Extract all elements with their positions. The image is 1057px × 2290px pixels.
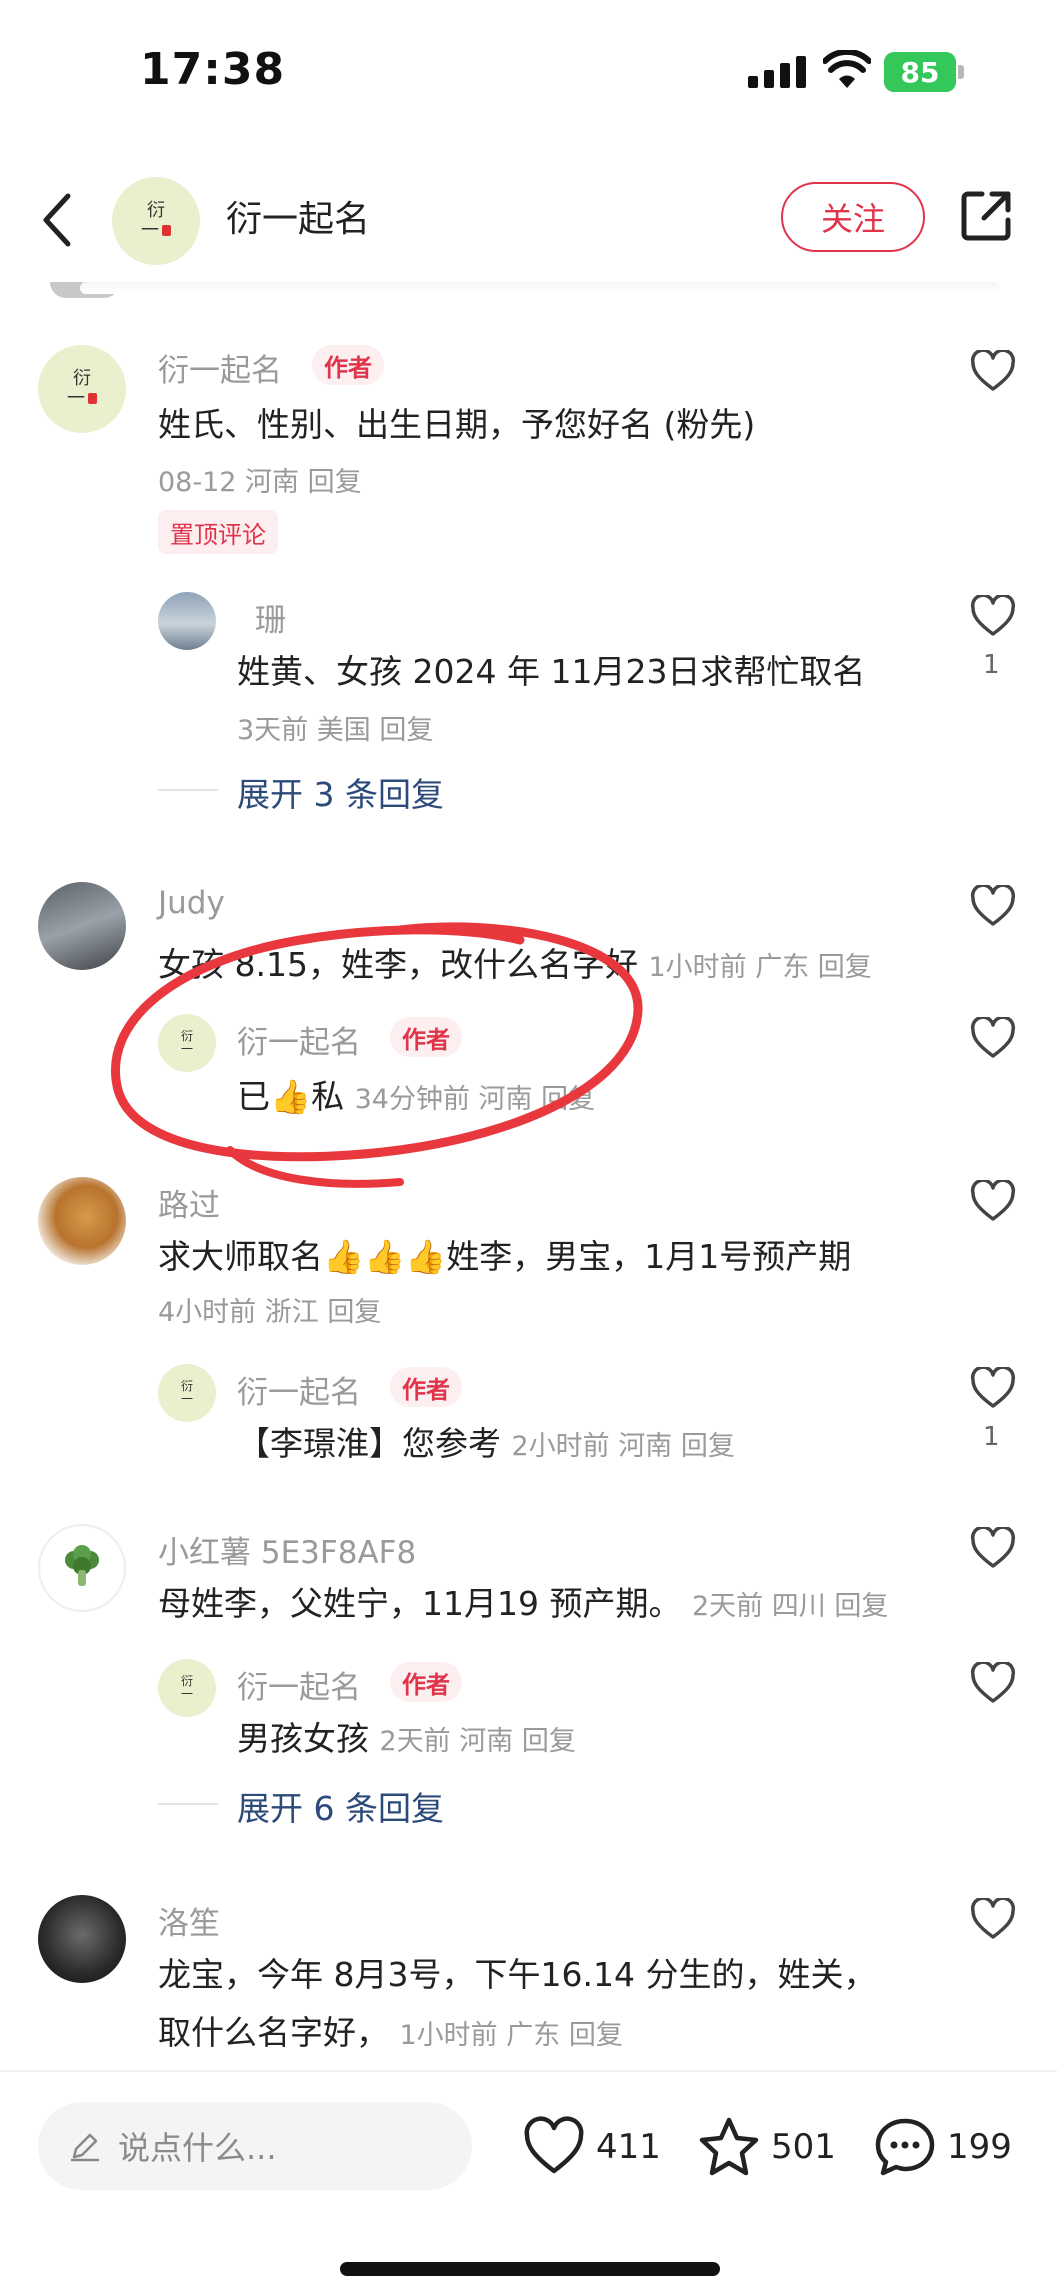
- author-badge: 作者: [390, 1662, 462, 1702]
- favorite-count: 501: [771, 2127, 836, 2167]
- avatar[interactable]: 衍一: [158, 1659, 216, 1717]
- comment-button[interactable]: 199: [873, 2112, 1012, 2182]
- comment-username[interactable]: 衍一起名: [158, 345, 282, 390]
- pencil-icon: [70, 2133, 100, 2162]
- reply-username[interactable]: 衍一起名: [237, 1367, 361, 1412]
- comment-bubble-icon: [875, 2118, 935, 2176]
- like-button[interactable]: 411: [522, 2112, 661, 2182]
- avatar[interactable]: 衍一: [158, 1364, 216, 1422]
- author-badge: 作者: [390, 1017, 462, 1057]
- reply-meta[interactable]: 2天前 河南 回复: [380, 1726, 576, 1757]
- heart-icon[interactable]: [970, 1662, 1016, 1704]
- heart-icon[interactable]: [970, 1180, 1016, 1222]
- divider: [80, 282, 1000, 294]
- like-count: 1: [983, 650, 1000, 680]
- expand-replies-button[interactable]: 展开 6 条回复: [237, 1782, 444, 1830]
- reply-meta[interactable]: 2小时前 河南 回复: [512, 1431, 735, 1462]
- heart-icon[interactable]: [970, 1898, 1016, 1940]
- star-icon: [699, 2117, 759, 2176]
- heart-icon[interactable]: [970, 1527, 1016, 1569]
- reply-meta[interactable]: 34分钟前 河南 回复: [355, 1084, 596, 1115]
- reply-meta[interactable]: 3天前 美国 回复: [237, 708, 433, 747]
- author-avatar[interactable]: 衍 一: [112, 177, 200, 265]
- page-title[interactable]: 衍一起名: [226, 190, 370, 242]
- favorite-button[interactable]: 501: [697, 2112, 836, 2182]
- follow-button[interactable]: 关注: [781, 182, 925, 252]
- comment-username[interactable]: Judy: [158, 885, 225, 921]
- broccoli-icon: [65, 1545, 99, 1586]
- battery-tip: [958, 65, 964, 79]
- avatar[interactable]: [38, 1177, 126, 1265]
- heart-icon[interactable]: [970, 350, 1016, 392]
- comment-meta[interactable]: 1小时前 广东 回复: [648, 952, 871, 983]
- comment-count: 199: [947, 2127, 1012, 2167]
- reply-text: 已👍私 34分钟前 河南 回复: [237, 1077, 596, 1116]
- expand-divider: [158, 789, 218, 791]
- comment-text: 求大师取名👍👍👍姓李，男宝，1月1号预产期: [158, 1237, 852, 1276]
- home-indicator[interactable]: [340, 2262, 720, 2276]
- avatar-char-bottom: 一: [141, 221, 171, 241]
- battery-icon: 85: [884, 52, 964, 92]
- comment-meta[interactable]: 2天前 四川 回复: [692, 1591, 888, 1622]
- comment-input[interactable]: 说点什么...: [38, 2102, 472, 2190]
- comment-text-line2: 取什么名字好， 1小时前 广东 回复: [158, 2013, 623, 2052]
- avatar[interactable]: [38, 1524, 126, 1612]
- comment-text: 女孩 8.15，姓李，改什么名字好 1小时前 广东 回复: [158, 945, 872, 984]
- like-count: 1: [983, 1422, 1000, 1452]
- reply-text: 姓黄、女孩 2024 年 11月23日求帮忙取名: [237, 652, 866, 691]
- share-icon[interactable]: [958, 188, 1014, 244]
- reply-text: 【李璟淮】您参考 2小时前 河南 回复: [237, 1424, 735, 1463]
- comment-text: 姓氏、性别、出生日期，予您好名 (粉先): [158, 405, 756, 444]
- heart-icon[interactable]: [970, 595, 1016, 637]
- author-badge: 作者: [312, 345, 384, 385]
- like-count: 411: [596, 2127, 661, 2167]
- expand-replies-button[interactable]: 展开 3 条回复: [237, 768, 444, 816]
- heart-icon: [524, 2116, 584, 2174]
- avatar[interactable]: 衍一: [38, 345, 126, 433]
- cellular-signal-icon: [748, 56, 806, 88]
- comment-meta[interactable]: 1小时前 广东 回复: [400, 2020, 623, 2051]
- comment-meta[interactable]: 08-12 河南 回复: [158, 460, 362, 499]
- expand-divider: [158, 1803, 218, 1805]
- reply-username[interactable]: 珊: [255, 595, 286, 640]
- comment-text: 龙宝，今年 8月3号，下午16.14 分生的，姓关，: [158, 1955, 877, 1994]
- heart-icon[interactable]: [970, 885, 1016, 927]
- comment-username[interactable]: 洛笙: [158, 1898, 220, 1943]
- status-bar: 17:38 85: [0, 0, 1057, 140]
- bottom-action-bar: 说点什么... 411 501 199: [0, 2070, 1057, 2290]
- avatar[interactable]: [38, 882, 126, 970]
- battery-level: 85: [884, 52, 956, 92]
- back-icon[interactable]: [38, 190, 78, 250]
- pinned-badge: 置顶评论: [158, 510, 278, 554]
- wifi-icon: [823, 50, 871, 88]
- author-badge: 作者: [390, 1367, 462, 1407]
- comment-text: 母姓李，父姓宁，11月19 预产期。 2天前 四川 回复: [158, 1584, 889, 1623]
- comment-username[interactable]: 小红薯 5E3F8AF8: [158, 1527, 416, 1572]
- status-time: 17:38: [140, 44, 286, 95]
- reply-username[interactable]: 衍一起名: [237, 1662, 361, 1707]
- heart-icon[interactable]: [970, 1017, 1016, 1059]
- header: 衍 一 衍一起名 关注: [0, 170, 1057, 270]
- comment-username[interactable]: 路过: [158, 1180, 220, 1225]
- avatar[interactable]: [38, 1895, 126, 1983]
- heart-icon[interactable]: [970, 1367, 1016, 1409]
- reply-username[interactable]: 衍一起名: [237, 1017, 361, 1062]
- avatar[interactable]: 衍一: [158, 1014, 216, 1072]
- avatar-char-top: 衍: [147, 200, 165, 221]
- avatar[interactable]: [158, 592, 216, 650]
- comment-meta[interactable]: 4小时前 浙江 回复: [158, 1290, 381, 1329]
- reply-text: 男孩女孩 2天前 河南 回复: [237, 1719, 576, 1758]
- comment-input-placeholder: 说点什么...: [118, 2129, 277, 2167]
